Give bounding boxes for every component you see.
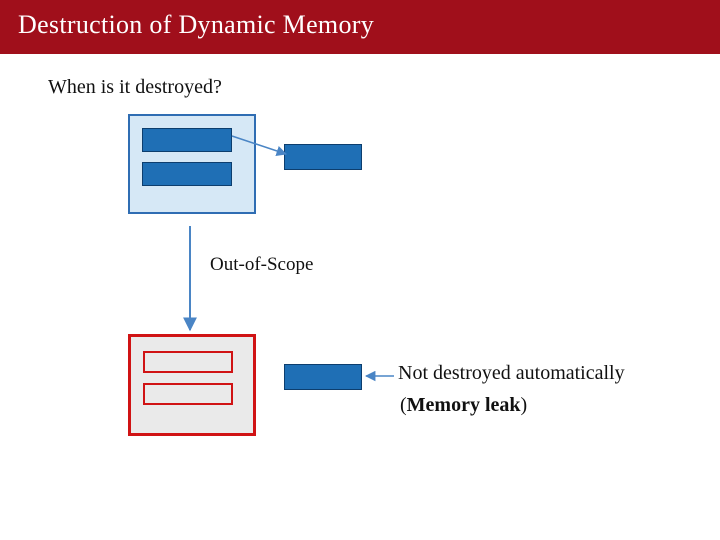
stack-var-destroyed-2: [143, 383, 233, 405]
heap-alloc-survived: [284, 364, 362, 390]
slide: Destruction of Dynamic Memory When is it…: [0, 0, 720, 540]
heap-alloc-live: [284, 144, 362, 170]
slide-header: Destruction of Dynamic Memory: [0, 0, 720, 54]
out-of-scope-label: Out-of-Scope: [210, 254, 313, 276]
stack-var-1: [142, 128, 232, 152]
scope-box-live: [128, 114, 256, 214]
slide-body: When is it destroyed? Out-of-Scope Not d…: [0, 54, 720, 135]
paren-open: (: [400, 394, 407, 416]
arrow-overlay: [0, 54, 720, 540]
stack-var-2: [142, 162, 232, 186]
not-destroyed-label: Not destroyed automatically: [398, 362, 625, 385]
stack-var-destroyed-1: [143, 351, 233, 373]
memory-leak-bold: Memory leak: [407, 394, 521, 416]
question-text: When is it destroyed?: [48, 76, 680, 99]
scope-box-destroyed: [128, 334, 256, 436]
slide-title: Destruction of Dynamic Memory: [18, 10, 702, 40]
memory-leak-label: (Memory leak): [400, 394, 527, 417]
paren-close: ): [521, 394, 528, 416]
